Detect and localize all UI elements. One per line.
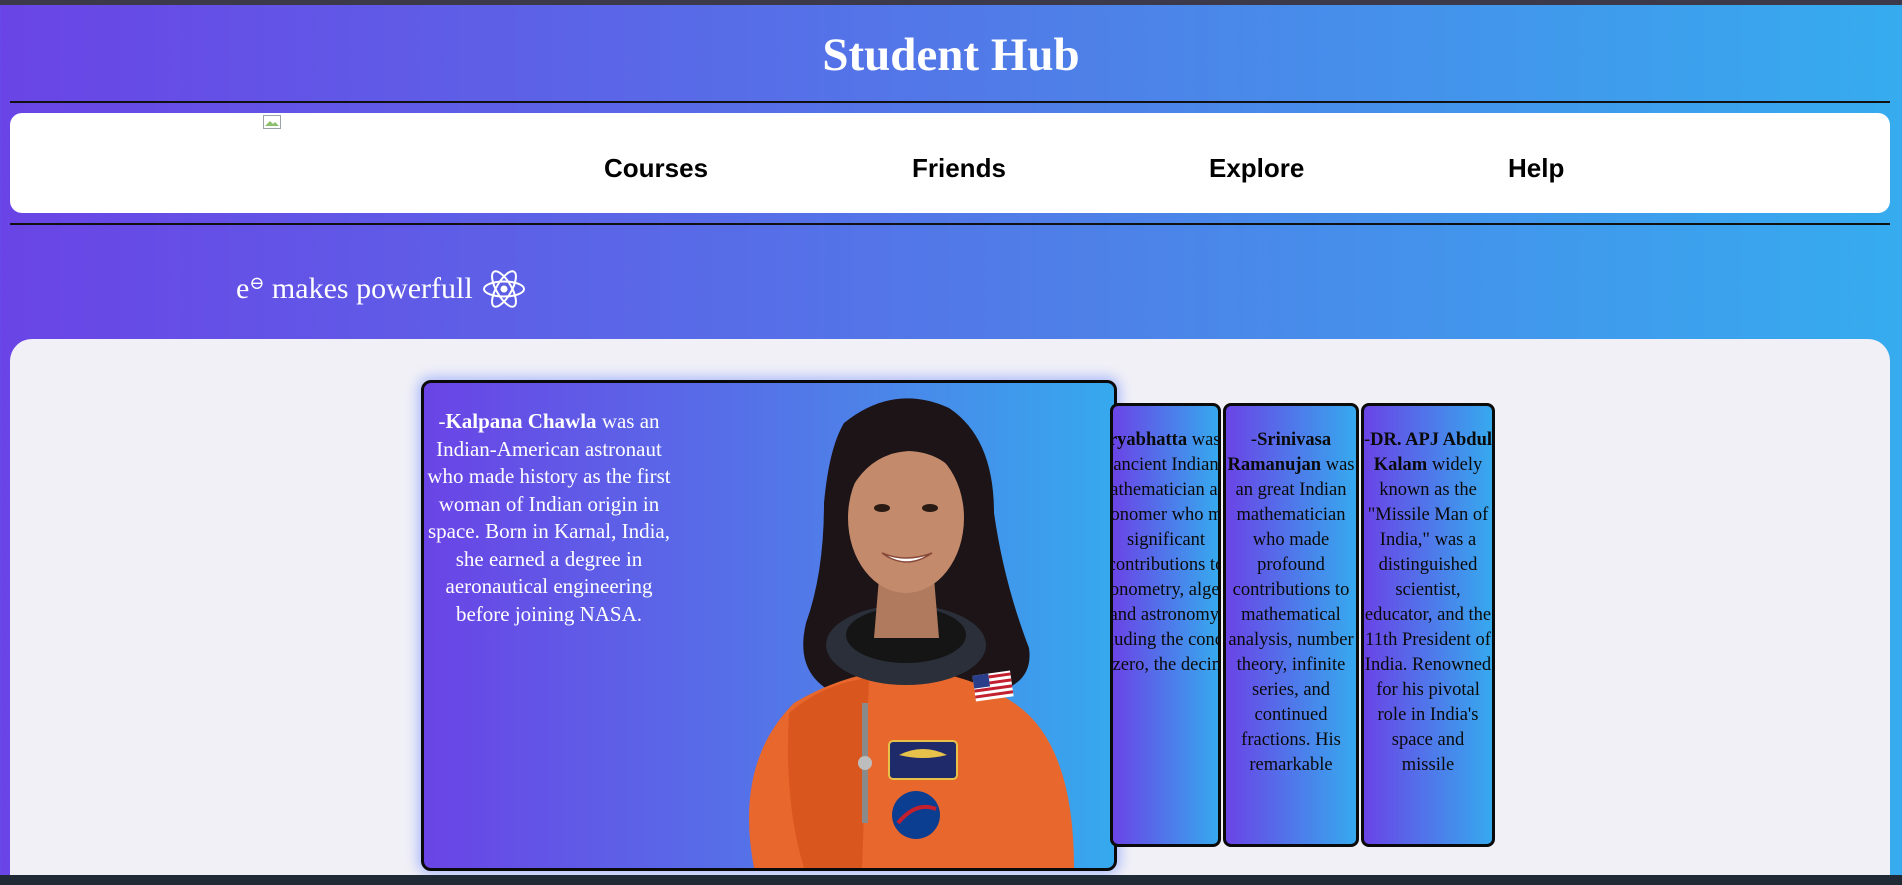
card-aryabhatta[interactable]: -Aryabhatta was an ancient Indian mathem…: [1110, 403, 1221, 847]
portrait-illustration: [749, 398, 1074, 868]
window-top-border: [0, 0, 1902, 5]
featured-text: -Kalpana Chawla was an Indian-American a…: [424, 408, 674, 628]
nav-courses[interactable]: Courses: [604, 153, 708, 184]
featured-description: was an Indian-American astronaut who mad…: [427, 409, 671, 626]
navigation-bar: Courses Friends Explore Help: [10, 113, 1890, 213]
card-kalam[interactable]: -DR. APJ Abdul Kalam widely known as the…: [1361, 403, 1495, 847]
divider-top: [10, 101, 1890, 103]
page-title: Student Hub: [822, 29, 1080, 81]
atom-icon: [482, 270, 525, 308]
card-kalam-text: -DR. APJ Abdul Kalam widely known as the…: [1364, 428, 1492, 778]
nav-explore[interactable]: Explore: [1209, 153, 1304, 184]
tagline-base: e: [236, 272, 250, 305]
tagline: e ⊖ makes powerfull: [236, 265, 527, 313]
card-ramanujan-text: -Srinivasa Ramanujan was an great Indian…: [1226, 428, 1356, 778]
nav-friends[interactable]: Friends: [912, 153, 1006, 184]
os-taskbar: [0, 875, 1902, 885]
card-aryabhatta-text: -Aryabhatta was an ancient Indian mathem…: [1110, 428, 1221, 678]
tagline-text: makes powerfull: [264, 272, 473, 305]
card-description: widely known as the "Missile Man of Indi…: [1364, 455, 1492, 775]
card-description: was an ancient Indian mathematician and …: [1110, 430, 1221, 675]
featured-name: Kalpana Chawla: [445, 409, 597, 433]
nav-help[interactable]: Help: [1508, 153, 1564, 184]
broken-image-icon: [263, 115, 281, 129]
card-ramanujan[interactable]: -Srinivasa Ramanujan was an great Indian…: [1223, 403, 1359, 847]
tagline-superscript: ⊖: [249, 272, 265, 293]
card-description: was an great Indian mathematician who ma…: [1228, 455, 1355, 775]
card-name: Srinivasa Ramanujan: [1227, 430, 1332, 475]
divider-bottom: [10, 223, 1890, 225]
card-name: Aryabhatta: [1113, 430, 1188, 450]
featured-card[interactable]: -Kalpana Chawla was an Indian-American a…: [421, 380, 1117, 871]
